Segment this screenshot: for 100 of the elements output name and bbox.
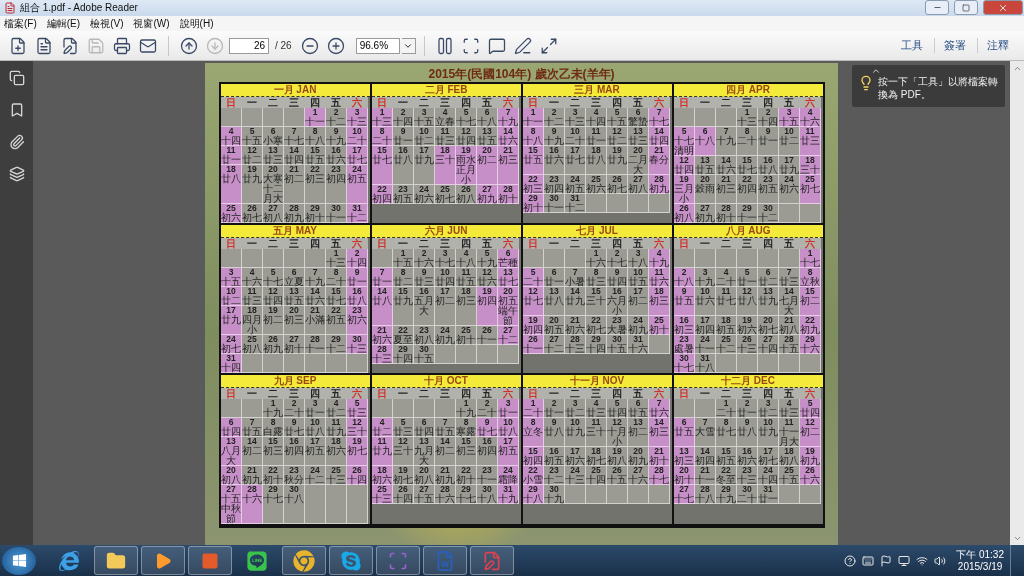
day-number: 23 (549, 466, 559, 475)
day-number: 9 (765, 127, 771, 136)
day-number: 26 (612, 175, 622, 184)
blank-cell (564, 485, 586, 504)
lunar-date: 廿二 (607, 136, 627, 146)
keyboard-icon[interactable] (862, 554, 875, 567)
day-number: 30 (549, 194, 559, 203)
menu-item[interactable]: 編輯(E) (46, 16, 81, 31)
day-number: 10 (763, 418, 773, 427)
page-number-field[interactable]: 26 (229, 37, 269, 54)
day-number: 18 (591, 146, 601, 155)
day-number: 24 (570, 466, 580, 475)
weekday-label: 五 (325, 238, 347, 249)
lunar-date: 初十 (523, 203, 543, 213)
scrollbar[interactable] (1010, 61, 1024, 545)
weekday-label: 三 (585, 97, 607, 108)
day-number: 9 (551, 127, 557, 136)
menu-item[interactable]: 檔案(F) (4, 16, 37, 31)
menu-item[interactable]: 檢視(V) (90, 16, 124, 31)
taskbar-button[interactable] (423, 546, 467, 575)
lunar-date: 初二 (477, 155, 497, 165)
document-icon (435, 550, 455, 571)
day-number: 23 (549, 175, 559, 184)
day-number: 19 (268, 306, 278, 315)
taskbar-button[interactable] (94, 546, 138, 575)
day-number: 17 (700, 316, 710, 325)
app-icon (201, 551, 219, 570)
lunar-date: 十二 (716, 344, 736, 354)
lunar-date: 立春 (435, 117, 455, 127)
blank-cell (413, 399, 435, 418)
day-number: 8 (723, 418, 729, 427)
taskbar-button[interactable] (329, 546, 373, 575)
flag-icon[interactable] (880, 554, 893, 567)
day-number: 15 (742, 156, 752, 165)
menu-item[interactable]: 說明(H) (179, 16, 214, 31)
taskbar-button[interactable] (470, 546, 514, 575)
zoom-dropdown-button[interactable] (401, 37, 416, 54)
close-icon (998, 2, 1008, 13)
day-number: 7 (379, 268, 385, 277)
wifi-icon[interactable] (916, 554, 929, 567)
blank-cell (715, 108, 737, 127)
day-number: 19 (742, 316, 752, 325)
panel-tab[interactable]: 注釋 (977, 38, 1018, 54)
save-icon (87, 36, 105, 55)
day-number: 11 (226, 146, 236, 155)
day-number: 30 (352, 335, 362, 344)
lunar-date: 十八 (523, 136, 543, 146)
weekday-label: 日 (522, 97, 544, 108)
pages-icon (8, 70, 25, 86)
panel-tab[interactable]: 簽署 (934, 38, 975, 54)
day-number: 22 (721, 466, 731, 475)
volume-icon[interactable] (934, 554, 947, 567)
day-number: 20 (549, 316, 559, 325)
lunar-date: 廿四 (284, 155, 304, 165)
day-number: 19 (482, 287, 492, 296)
lunar-date: 十九 (305, 277, 325, 287)
day-number: 27 (633, 175, 643, 184)
lunar-date: 初三 (649, 296, 669, 306)
lunar-date: 廿四 (607, 277, 627, 287)
lunar-date: 廿一 (544, 408, 564, 418)
lunar-date: 穀雨 (695, 184, 715, 194)
lunar-date: 十二 (544, 344, 564, 354)
taskbar-button[interactable] (188, 546, 232, 575)
close-button[interactable] (983, 0, 1023, 16)
day-number: 27 (633, 466, 643, 475)
lunar-date: 十六 (628, 344, 648, 354)
lunar-date: 廿一 (737, 408, 757, 418)
taskbar-button[interactable] (282, 546, 326, 575)
zoom-field[interactable]: 96.6% (355, 37, 400, 54)
lunar-date: 廿九 (607, 155, 627, 165)
day-number: 6 (505, 249, 511, 258)
lunar-date: 初五 (305, 446, 325, 456)
day-number: 25 (226, 204, 236, 213)
lunar-date: 初七 (221, 344, 241, 354)
lunar-date: 初四 (737, 184, 757, 194)
day-number: 7 (786, 268, 792, 277)
day-number: 15 (377, 146, 387, 155)
lunar-date: 十三 (565, 344, 585, 354)
start-button[interactable] (2, 546, 36, 575)
lunar-date: 初二 (242, 446, 262, 456)
lunar-date: 十八 (523, 494, 543, 504)
blank-cell (262, 249, 284, 268)
lunar-date: 初二 (435, 296, 455, 306)
lunar-date: 初九 (649, 184, 669, 194)
weekday-label: 四 (455, 388, 477, 399)
menu-item[interactable]: 視窗(W) (133, 16, 170, 31)
collapse-caret-icon[interactable] (871, 66, 881, 76)
day-number: 8 (400, 268, 406, 277)
help-icon[interactable] (844, 554, 857, 567)
lunar-date: 廿九 (565, 427, 585, 437)
blank-cell (325, 485, 347, 524)
taskbar-button[interactable] (141, 546, 185, 575)
panel-tab[interactable]: 工具 (892, 38, 932, 54)
taskbar-button[interactable] (376, 546, 420, 575)
blank-cell (627, 485, 649, 504)
blank-cell (434, 399, 456, 418)
lunar-date: 初七 (393, 475, 413, 485)
day-number: 22 (591, 316, 601, 325)
lunar-date: 十三 (737, 344, 757, 354)
monitor-icon[interactable] (898, 554, 911, 567)
